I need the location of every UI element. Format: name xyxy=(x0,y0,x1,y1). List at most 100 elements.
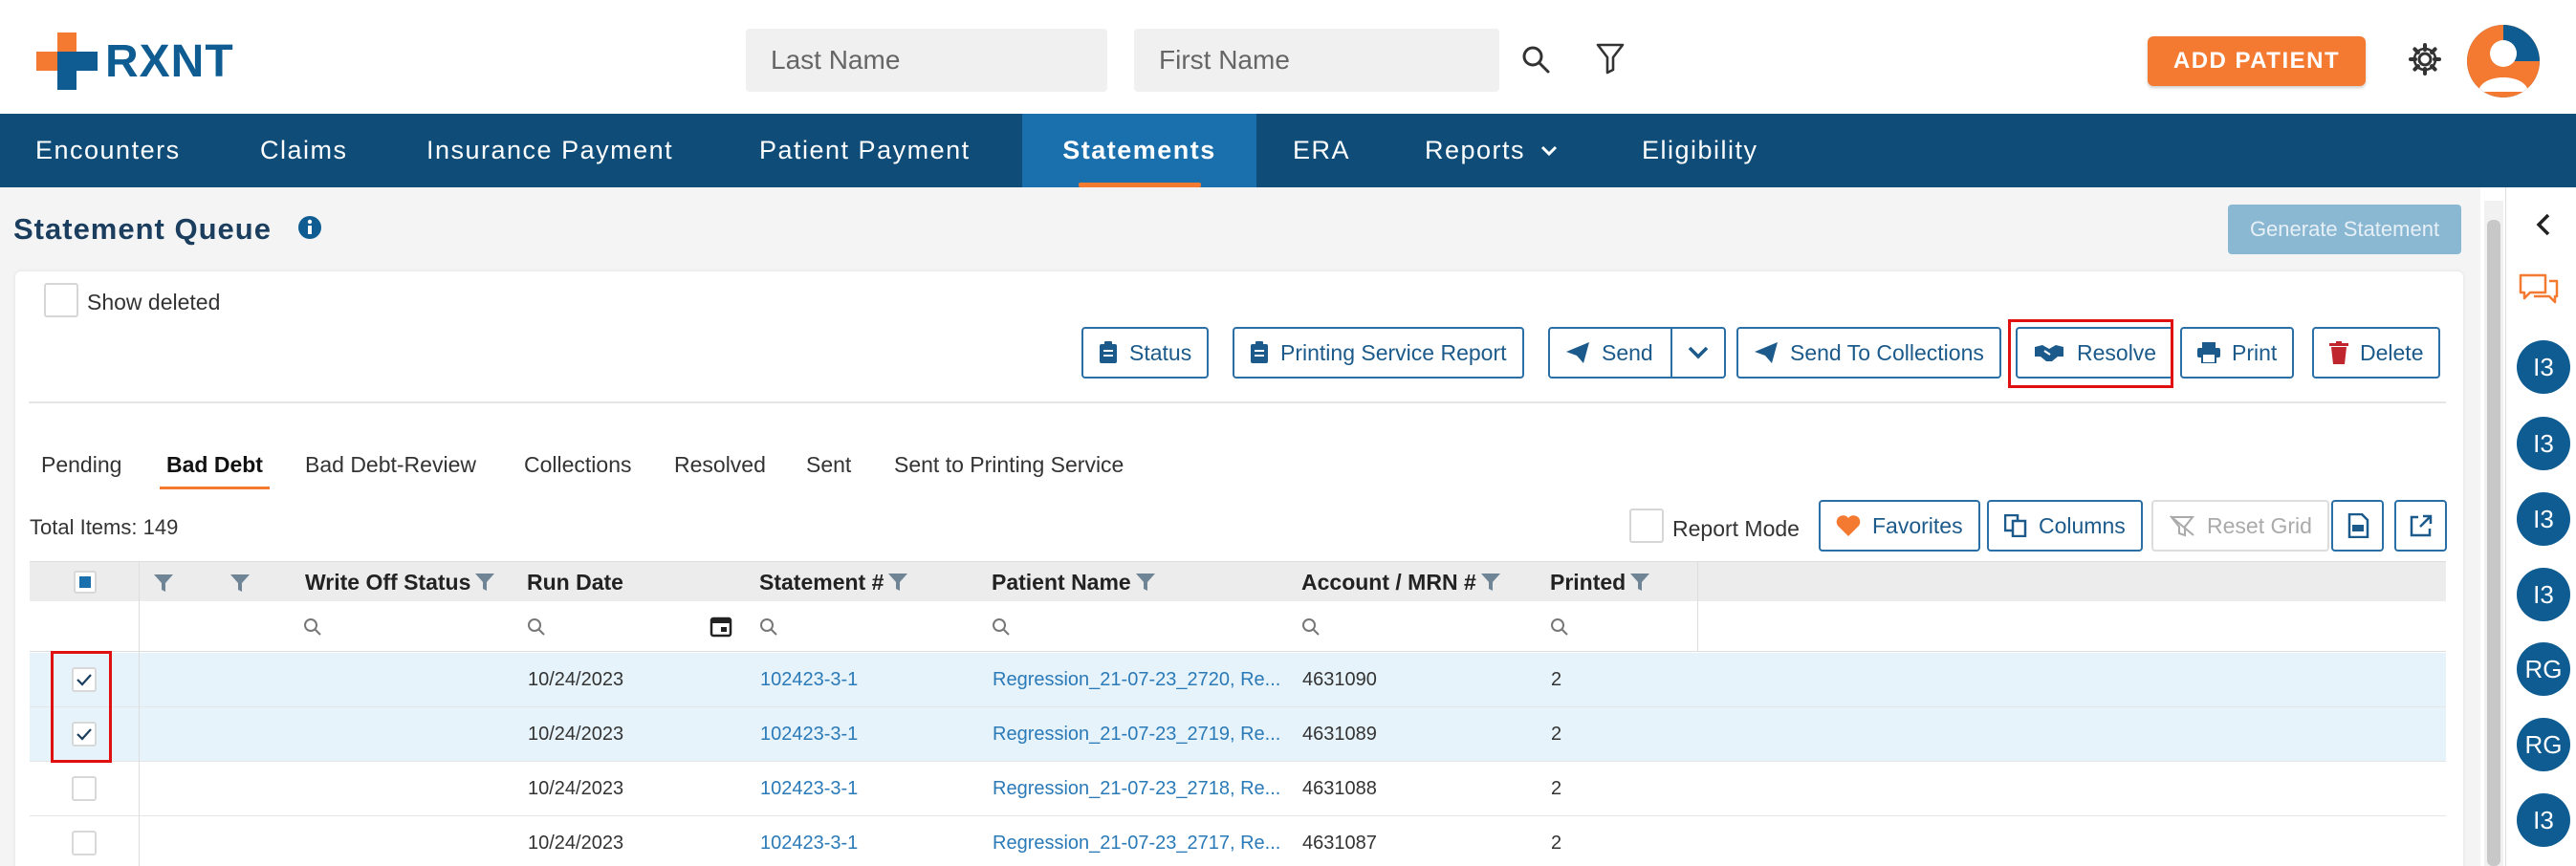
status-tabs: Pending Bad Debt Bad Debt-Review Collect… xyxy=(41,452,1189,489)
header-statement-number[interactable]: Statement # xyxy=(759,562,908,602)
nav-reports[interactable]: Reports xyxy=(1425,114,1558,187)
nav-eligibility[interactable]: Eligibility xyxy=(1642,114,1758,187)
favorites-button[interactable]: Favorites xyxy=(1819,500,1980,552)
search-icon[interactable] xyxy=(303,617,322,637)
grid-filter-row xyxy=(30,601,2446,652)
cell-patient-name-link[interactable]: Regression_21-07-23_2719, Re... xyxy=(993,707,1280,762)
calendar-icon[interactable] xyxy=(709,615,732,638)
cell-patient-name-link[interactable]: Regression_21-07-23_2717, Re... xyxy=(993,816,1280,866)
tab-pending[interactable]: Pending xyxy=(41,452,121,478)
cell-patient-name-link[interactable]: Regression_21-07-23_2720, Re... xyxy=(993,653,1280,707)
rail-user-badge[interactable]: I3 xyxy=(2517,417,2570,470)
rail-user-badge[interactable]: I3 xyxy=(2517,568,2570,621)
show-deleted-checkbox[interactable] xyxy=(44,283,78,317)
table-row[interactable]: 10/24/2023 102423-3-1 Regression_21-07-2… xyxy=(30,816,2446,866)
nav-insurance-payment[interactable]: Insurance Payment xyxy=(426,114,673,187)
tab-bad-debt-label: Bad Debt xyxy=(166,452,263,477)
row-checkbox[interactable] xyxy=(72,776,97,801)
search-icon[interactable] xyxy=(1520,44,1551,75)
heart-icon xyxy=(1836,515,1861,536)
row-checkbox[interactable] xyxy=(72,831,97,855)
tab-sent-to-printing-service[interactable]: Sent to Printing Service xyxy=(894,452,1124,478)
search-icon[interactable] xyxy=(1301,617,1321,637)
send-dropdown-toggle[interactable] xyxy=(1672,329,1724,377)
collapse-chevron-icon[interactable] xyxy=(2534,212,2553,237)
printing-service-report-button[interactable]: Printing Service Report xyxy=(1233,327,1524,379)
status-button[interactable]: Status xyxy=(1081,327,1210,379)
header-patient-name-label: Patient Name xyxy=(992,569,1131,595)
cell-statement-link[interactable]: 102423-3-1 xyxy=(760,707,858,762)
print-button[interactable]: Print xyxy=(2180,327,2295,379)
clipboard-list-icon xyxy=(1251,341,1268,363)
report-mode-checkbox[interactable] xyxy=(1629,509,1664,543)
cell-statement-link[interactable]: 102423-3-1 xyxy=(760,653,858,707)
reset-grid-button[interactable]: Reset Grid xyxy=(2151,500,2329,552)
header-statement-number-label: Statement # xyxy=(759,569,884,595)
scrollbar-thumb[interactable] xyxy=(2487,220,2500,866)
column-filter-icon[interactable] xyxy=(474,573,495,592)
chat-bubbles-icon[interactable] xyxy=(2519,273,2559,310)
nav-patient-payment[interactable]: Patient Payment xyxy=(759,114,971,187)
send-to-collections-button[interactable]: Send To Collections xyxy=(1736,327,2001,379)
columns-icon xyxy=(2004,514,2027,537)
tab-resolved[interactable]: Resolved xyxy=(674,452,766,478)
cell-statement-link[interactable]: 102423-3-1 xyxy=(760,816,858,866)
column-filter-icon[interactable] xyxy=(1629,573,1650,592)
settings-gear-icon[interactable] xyxy=(2408,42,2442,76)
table-row[interactable]: 10/24/2023 102423-3-1 Regression_21-07-2… xyxy=(30,762,2446,816)
export-button[interactable] xyxy=(2394,500,2447,552)
search-icon[interactable] xyxy=(992,617,1011,637)
top-header: RXNT ADD PATIENT xyxy=(0,0,2576,114)
column-filter-icon[interactable] xyxy=(229,574,251,593)
filter-icon[interactable] xyxy=(1595,42,1626,75)
header-patient-name[interactable]: Patient Name xyxy=(992,562,1156,602)
active-tab-indicator xyxy=(160,487,270,489)
cell-run-date: 10/24/2023 xyxy=(528,669,624,690)
cell-patient-name-link[interactable]: Regression_21-07-23_2718, Re... xyxy=(993,762,1280,816)
nav-era[interactable]: ERA xyxy=(1293,114,1350,187)
nav-claims[interactable]: Claims xyxy=(260,114,348,187)
last-name-input[interactable] xyxy=(746,29,1107,92)
rail-user-badge[interactable]: RG xyxy=(2517,642,2570,696)
add-patient-button[interactable]: ADD PATIENT xyxy=(2148,36,2366,86)
table-row[interactable]: 10/24/2023 102423-3-1 Regression_21-07-2… xyxy=(30,707,2446,762)
header-printed[interactable]: Printed xyxy=(1550,562,1650,602)
rail-user-badge[interactable]: I3 xyxy=(2517,793,2570,847)
generate-statement-button[interactable]: Generate Statement xyxy=(2228,205,2461,254)
select-all-checkbox[interactable] xyxy=(74,571,97,594)
search-icon[interactable] xyxy=(759,617,778,637)
search-icon[interactable] xyxy=(527,617,546,637)
column-filter-icon[interactable] xyxy=(887,573,908,592)
cell-statement-link[interactable]: 102423-3-1 xyxy=(760,762,858,816)
statements-grid: Write Off Status Run Date Statement # Pa… xyxy=(30,561,2446,866)
nav-encounters[interactable]: Encounters xyxy=(35,114,181,187)
delete-button[interactable]: Delete xyxy=(2312,327,2441,379)
export-pdf-button[interactable] xyxy=(2331,500,2384,552)
column-filter-icon[interactable] xyxy=(1480,573,1501,592)
tab-bad-debt-review[interactable]: Bad Debt-Review xyxy=(305,452,476,478)
column-filter-icon[interactable] xyxy=(153,574,174,593)
logo-text: RXNT xyxy=(105,35,234,87)
column-filter-icon[interactable] xyxy=(1135,573,1156,592)
columns-button[interactable]: Columns xyxy=(1987,500,2143,552)
first-name-input[interactable] xyxy=(1134,29,1499,92)
header-account-mrn[interactable]: Account / MRN # xyxy=(1301,562,1501,602)
tab-bad-debt[interactable]: Bad Debt xyxy=(160,452,270,489)
tab-collections[interactable]: Collections xyxy=(524,452,632,478)
rail-user-badge[interactable]: I3 xyxy=(2517,492,2570,546)
info-icon[interactable] xyxy=(297,215,322,240)
printing-service-report-label: Printing Service Report xyxy=(1280,339,1507,365)
header-run-date[interactable]: Run Date xyxy=(527,562,623,602)
send-button[interactable]: Send xyxy=(1565,329,1672,377)
search-icon[interactable] xyxy=(1550,617,1569,637)
rail-user-badge[interactable]: I3 xyxy=(2517,340,2570,394)
rxnt-logo[interactable]: RXNT xyxy=(36,32,234,90)
header-write-off-status[interactable]: Write Off Status xyxy=(305,562,495,602)
chevron-down-icon xyxy=(1688,346,1708,359)
rail-user-badge[interactable]: RG xyxy=(2517,718,2570,771)
tab-sent[interactable]: Sent xyxy=(806,452,851,478)
table-row[interactable]: 10/24/2023 102423-3-1 Regression_21-07-2… xyxy=(30,653,2446,707)
header-write-off-status-label: Write Off Status xyxy=(305,569,471,595)
nav-statements[interactable]: Statements xyxy=(1022,114,1256,187)
user-avatar[interactable] xyxy=(2467,25,2540,97)
